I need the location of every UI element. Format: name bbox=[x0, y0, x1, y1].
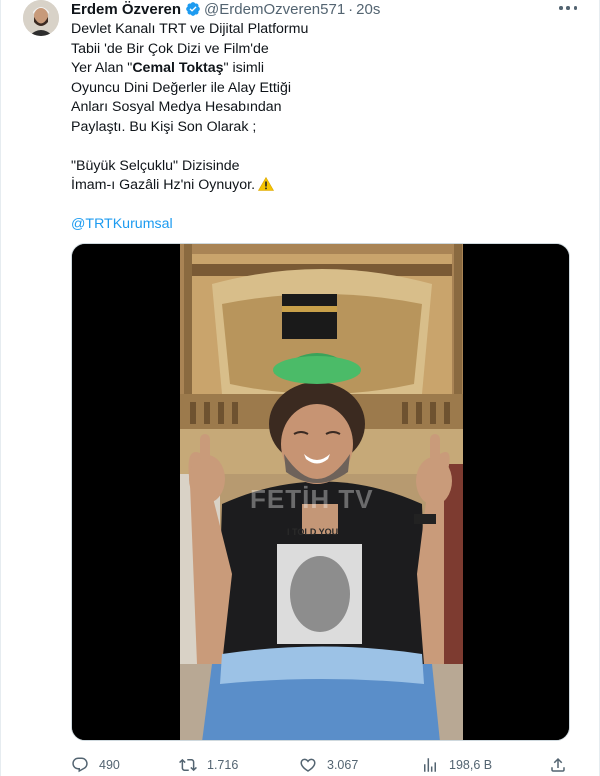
video-player[interactable]: FETİH TV I TOLD YOU bbox=[71, 243, 570, 741]
watermark: FETİH TV bbox=[250, 484, 374, 514]
tweet-header: Erdem Özveren @ErdemOzveren571 · 20s bbox=[71, 0, 380, 18]
warning-icon bbox=[258, 177, 275, 191]
views-count: 198,6 B bbox=[449, 758, 493, 772]
text-line: Oyuncu Dini Değerler ile Alay Ettiği bbox=[71, 79, 292, 96]
text-line: Devlet Kanalı TRT ve Dijital Platformu bbox=[71, 21, 309, 37]
text-fragment: " isimli bbox=[223, 60, 265, 76]
more-icon[interactable] bbox=[559, 2, 577, 14]
shirt-print-text: I TOLD YOU bbox=[287, 527, 339, 537]
text-line: "Büyük Selçuklu" Dizisinde bbox=[71, 157, 240, 174]
like-count: 3.067 bbox=[327, 758, 359, 772]
text-line: Tabii 'de Bir Çok Dizi ve Film'de bbox=[71, 40, 269, 57]
retweet-button[interactable]: 1.716 bbox=[179, 756, 238, 774]
tweet-card: Erdem Özveren @ErdemOzveren571 · 20s Dev… bbox=[0, 0, 600, 776]
retweet-count: 1.716 bbox=[207, 758, 239, 772]
avatar-image bbox=[23, 0, 59, 36]
author-name[interactable]: Erdem Özveren bbox=[71, 1, 181, 18]
separator-dot: · bbox=[348, 0, 354, 18]
text-line: Yer Alan "Cemal Toktaş" isimli bbox=[71, 59, 371, 79]
tweet-text: Devlet Kanalı TRT ve Dijital Platformu T… bbox=[71, 20, 371, 235]
mention-link[interactable]: @TRTKurumsal bbox=[71, 215, 371, 235]
text-line: Paylaştı. Bu Kişi Son Olarak ; bbox=[71, 118, 257, 135]
text-fragment: İmam-ı Gazâli Hz'ni Oynuyor. bbox=[71, 177, 256, 193]
text-line: İmam-ı Gazâli Hz'ni Oynuyor. bbox=[71, 176, 371, 196]
reply-count: 490 bbox=[99, 758, 120, 772]
verified-badge-icon bbox=[186, 2, 200, 16]
reply-button[interactable]: 490 bbox=[71, 756, 120, 774]
like-button[interactable]: 3.067 bbox=[299, 756, 358, 774]
views-button[interactable]: 198,6 B bbox=[421, 756, 492, 774]
views-icon bbox=[424, 758, 436, 772]
retweet-icon bbox=[179, 758, 197, 772]
text-line: Anları Sosyal Medya Hesabından bbox=[71, 99, 282, 115]
text-fragment: Yer Alan " bbox=[71, 60, 133, 76]
share-icon bbox=[551, 757, 565, 772]
like-icon bbox=[300, 758, 316, 772]
author-handle[interactable]: @ErdemOzveren571 bbox=[204, 1, 345, 18]
action-bar: 490 1.716 3.067 198,6 B bbox=[71, 756, 591, 776]
bold-actor-name: Cemal Toktaş bbox=[132, 60, 224, 76]
avatar[interactable] bbox=[23, 0, 59, 36]
reply-icon bbox=[72, 757, 88, 773]
share-button[interactable] bbox=[549, 756, 577, 774]
tweet-time[interactable]: 20s bbox=[356, 1, 380, 18]
